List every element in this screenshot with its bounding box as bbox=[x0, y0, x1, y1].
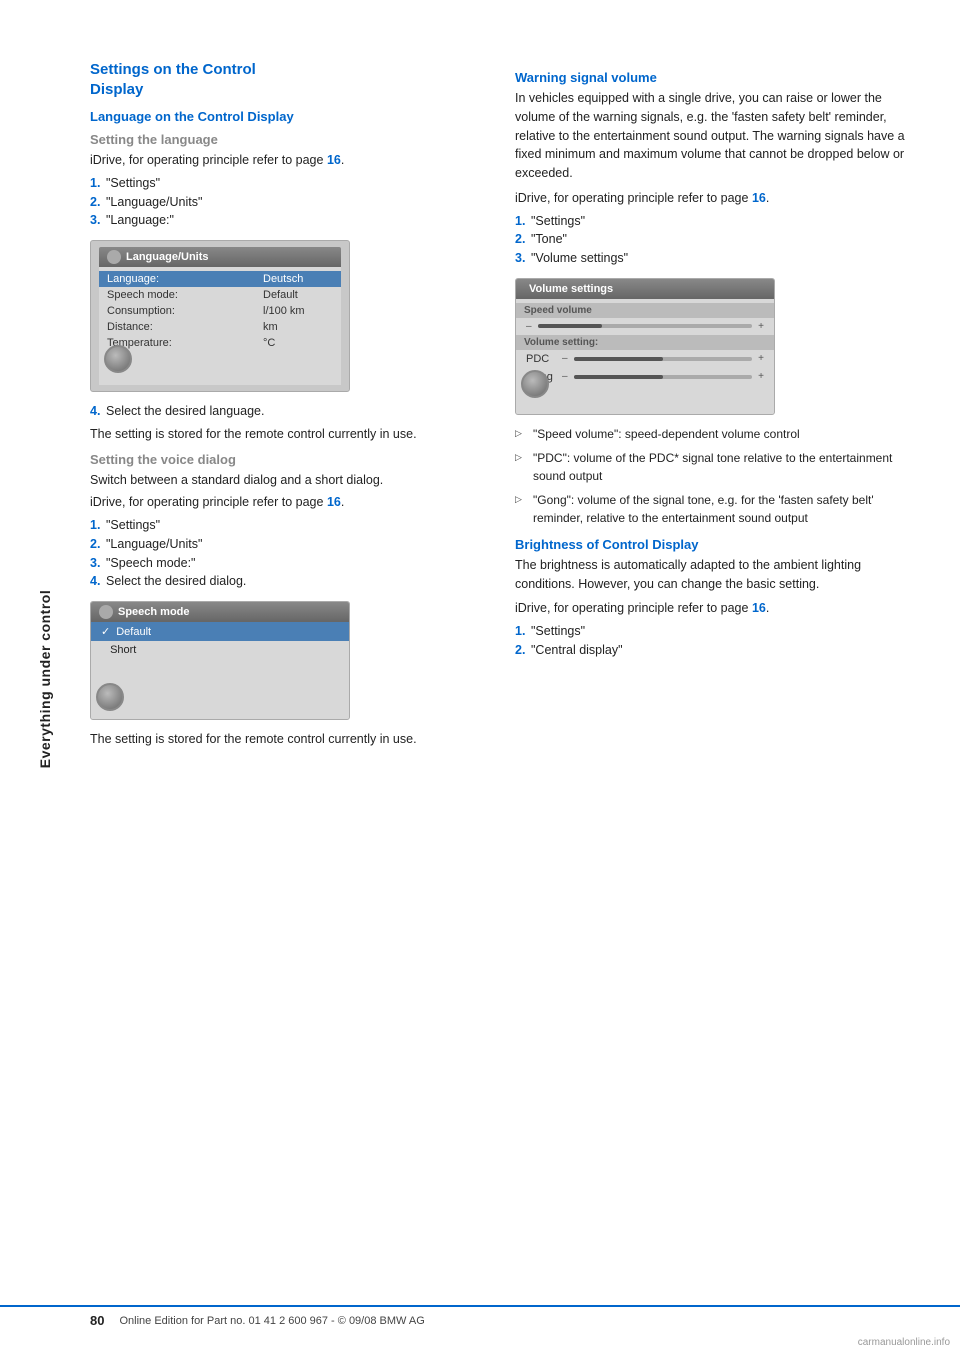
list-item: 4.Select the desired dialog. bbox=[90, 572, 485, 591]
list-item: "Speed volume": speed-dependent volume c… bbox=[515, 425, 910, 443]
list-item: 4.Select the desired language. bbox=[90, 402, 485, 421]
warning-idrive-text: iDrive, for operating principle refer to… bbox=[515, 189, 910, 208]
list-item: 3."Speech mode:" bbox=[90, 554, 485, 573]
volume-setting-label: Volume setting: bbox=[516, 335, 774, 350]
voice-idrive-text: iDrive, for operating principle refer to… bbox=[90, 493, 485, 512]
screenshot-header: Speech mode bbox=[91, 602, 349, 622]
screenshot-body: Language: Deutsch Speech mode: Default C… bbox=[99, 267, 341, 385]
steps-list-2: 1."Settings" 2."Language/Units" 3."Speec… bbox=[90, 516, 485, 591]
list-item: 2."Language/Units" bbox=[90, 193, 485, 212]
warning-para: In vehicles equipped with a single drive… bbox=[515, 89, 910, 183]
watermark: carmanualonline.info bbox=[858, 1337, 950, 1348]
screenshot-row: Language: Deutsch bbox=[99, 271, 341, 287]
menu-icon bbox=[107, 250, 121, 264]
screenshot-row: Consumption: l/100 km bbox=[99, 303, 341, 319]
screenshot-row: Short bbox=[91, 641, 349, 659]
warning-title: Warning signal volume bbox=[515, 70, 910, 85]
intro-text: iDrive, for operating principle refer to… bbox=[90, 151, 485, 170]
bullet-list: "Speed volume": speed-dependent volume c… bbox=[515, 425, 910, 527]
screenshot-row: Temperature: °C bbox=[99, 335, 341, 351]
idrive-knob bbox=[521, 370, 549, 398]
voice-idrive-link[interactable]: 16 bbox=[327, 495, 341, 509]
screenshot-row: ✓ Default bbox=[91, 622, 349, 641]
menu-icon bbox=[99, 605, 113, 619]
gong-row: Gong – + bbox=[516, 368, 774, 386]
list-item: 3."Language:" bbox=[90, 211, 485, 230]
sidebar-label: Everything under control bbox=[37, 590, 53, 768]
step4-list: 4.Select the desired language. bbox=[90, 402, 485, 421]
volume-screenshot: Volume settings Speed volume – + Volume … bbox=[515, 278, 775, 415]
screenshot-body: Speed volume – + Volume setting: PDC – bbox=[516, 299, 774, 414]
speed-slider bbox=[538, 324, 753, 328]
speech-mode-screenshot: Speech mode ✓ Default Short bbox=[90, 601, 350, 720]
list-item: 2."Language/Units" bbox=[90, 535, 485, 554]
page-number: 80 bbox=[90, 1313, 104, 1328]
main-content: Settings on the Control Display Language… bbox=[90, 60, 960, 1298]
left-column: Settings on the Control Display Language… bbox=[90, 60, 485, 1298]
speed-volume-label: Speed volume bbox=[516, 303, 774, 318]
list-item: 1."Settings" bbox=[90, 174, 485, 193]
gong-slider bbox=[574, 375, 753, 379]
brightness-idrive-text: iDrive, for operating principle refer to… bbox=[515, 599, 910, 618]
subsubsection2-title: Setting the voice dialog bbox=[90, 452, 485, 467]
footer-text: Online Edition for Part no. 01 41 2 600 … bbox=[119, 1315, 424, 1327]
brightness-para: The brightness is automatically adapted … bbox=[515, 556, 910, 594]
intro-link[interactable]: 16 bbox=[327, 153, 341, 167]
warning-idrive-link[interactable]: 16 bbox=[752, 191, 766, 205]
screenshot-row: Speech mode: Default bbox=[99, 287, 341, 303]
list-item: "Gong": volume of the signal tone, e.g. … bbox=[515, 491, 910, 527]
subsubsection1-title: Setting the language bbox=[90, 132, 485, 147]
subsection1-title: Language on the Control Display bbox=[90, 109, 485, 124]
list-item: 1."Settings" bbox=[90, 516, 485, 535]
sidebar: Everything under control bbox=[0, 60, 90, 1298]
list-item: "PDC": volume of the PDC* signal tone re… bbox=[515, 449, 910, 485]
screenshot-row: Distance: km bbox=[99, 319, 341, 335]
brightness-idrive-link[interactable]: 16 bbox=[752, 601, 766, 615]
brightness-title: Brightness of Control Display bbox=[515, 537, 910, 552]
list-item: 1."Settings" bbox=[515, 212, 910, 231]
note-text: The setting is stored for the remote con… bbox=[90, 425, 485, 444]
pdc-row: PDC – + bbox=[516, 350, 774, 368]
screenshot-header: Language/Units bbox=[99, 247, 341, 267]
list-item: 2."Central display" bbox=[515, 641, 910, 660]
list-item: 2."Tone" bbox=[515, 230, 910, 249]
section-title: Settings on the Control Display bbox=[90, 60, 485, 99]
screenshot-body: ✓ Default Short bbox=[91, 622, 349, 719]
right-column: Warning signal volume In vehicles equipp… bbox=[515, 60, 910, 1298]
warning-steps-list: 1."Settings" 2."Tone" 3."Volume settings… bbox=[515, 212, 910, 268]
voice-intro: Switch between a standard dialog and a s… bbox=[90, 471, 485, 490]
language-screenshot: Language/Units Language: Deutsch Speech … bbox=[90, 240, 350, 392]
list-item: 3."Volume settings" bbox=[515, 249, 910, 268]
footer: 80 Online Edition for Part no. 01 41 2 6… bbox=[0, 1305, 960, 1328]
screenshot-header: Volume settings bbox=[516, 279, 774, 299]
brightness-steps-list: 1."Settings" 2."Central display" bbox=[515, 622, 910, 660]
pdc-slider bbox=[574, 357, 753, 361]
idrive-knob bbox=[104, 345, 132, 373]
note2-text: The setting is stored for the remote con… bbox=[90, 730, 485, 749]
list-item: 1."Settings" bbox=[515, 622, 910, 641]
steps-list-1: 1."Settings" 2."Language/Units" 3."Langu… bbox=[90, 174, 485, 230]
idrive-knob bbox=[96, 683, 124, 711]
speed-volume-row: – + bbox=[516, 318, 774, 335]
